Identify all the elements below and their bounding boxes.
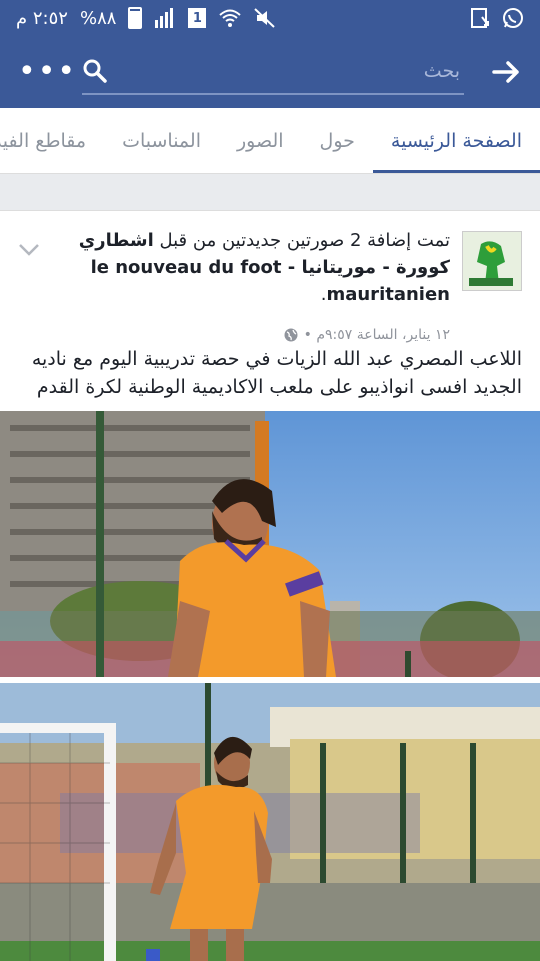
sim-badge: 1: [188, 8, 207, 28]
tab-videos[interactable]: مقاطع الفيديو: [0, 108, 104, 173]
wifi-icon: [218, 8, 242, 28]
tab-events-label: المناسبات: [122, 129, 201, 152]
mute-icon: [254, 8, 276, 28]
tab-events[interactable]: المناسبات: [104, 108, 219, 173]
battery-icon: [128, 7, 143, 29]
top-nav-bar: •••: [0, 36, 540, 108]
back-arrow-icon[interactable]: [490, 56, 522, 88]
tab-home[interactable]: الصفحة الرئيسية: [372, 108, 540, 173]
status-bar: ٢:٥٢ م %٨٨ 1: [0, 0, 540, 36]
page-tabs: الصفحة الرئيسية حول الصور المناسبات مقاط…: [0, 108, 540, 174]
tab-about[interactable]: حول: [302, 108, 373, 173]
post-action-text: تمت إضافة 2 صورتين جديدتين من قبل: [153, 230, 450, 251]
search-icon[interactable]: [82, 58, 108, 84]
clock-text: ٢:٥٢ م: [16, 7, 68, 29]
post-photo-2[interactable]: [0, 683, 540, 961]
download-icon: [470, 7, 490, 29]
globe-icon: [284, 328, 298, 342]
search-input[interactable]: [108, 60, 464, 82]
post-header-text: تمت إضافة 2 صورتين جديدتين من قبل اشطاري…: [58, 227, 450, 308]
chevron-down-icon[interactable]: [18, 243, 40, 257]
tab-photos-label: الصور: [236, 129, 284, 152]
tab-about-label: حول: [319, 129, 355, 152]
post-body: اللاعب المصري عبد الله الزيات في حصة تدر…: [31, 348, 522, 398]
feed-post: تمت إضافة 2 صورتين جديدتين من قبل اشطاري…: [0, 210, 540, 961]
tab-photos[interactable]: الصور: [219, 108, 302, 173]
page-avatar[interactable]: [462, 231, 522, 291]
post-photo-1[interactable]: [0, 411, 540, 677]
search-box[interactable]: [82, 49, 464, 95]
post-header: تمت إضافة 2 صورتين جديدتين من قبل اشطاري…: [18, 225, 522, 355]
battery-percent: %٨٨: [79, 7, 117, 29]
whatsapp-icon: [502, 7, 524, 29]
tab-home-label: الصفحة الرئيسية: [390, 129, 522, 152]
more-icon[interactable]: •••: [18, 57, 75, 87]
post-meta: ١٢ يناير، الساعة ٩:٥٧م •: [284, 327, 450, 343]
tab-videos-label: مقاطع الفيديو: [0, 129, 87, 152]
post-timestamp[interactable]: ١٢ يناير، الساعة ٩:٥٧م •: [304, 327, 450, 343]
signal-icon: [154, 8, 176, 28]
